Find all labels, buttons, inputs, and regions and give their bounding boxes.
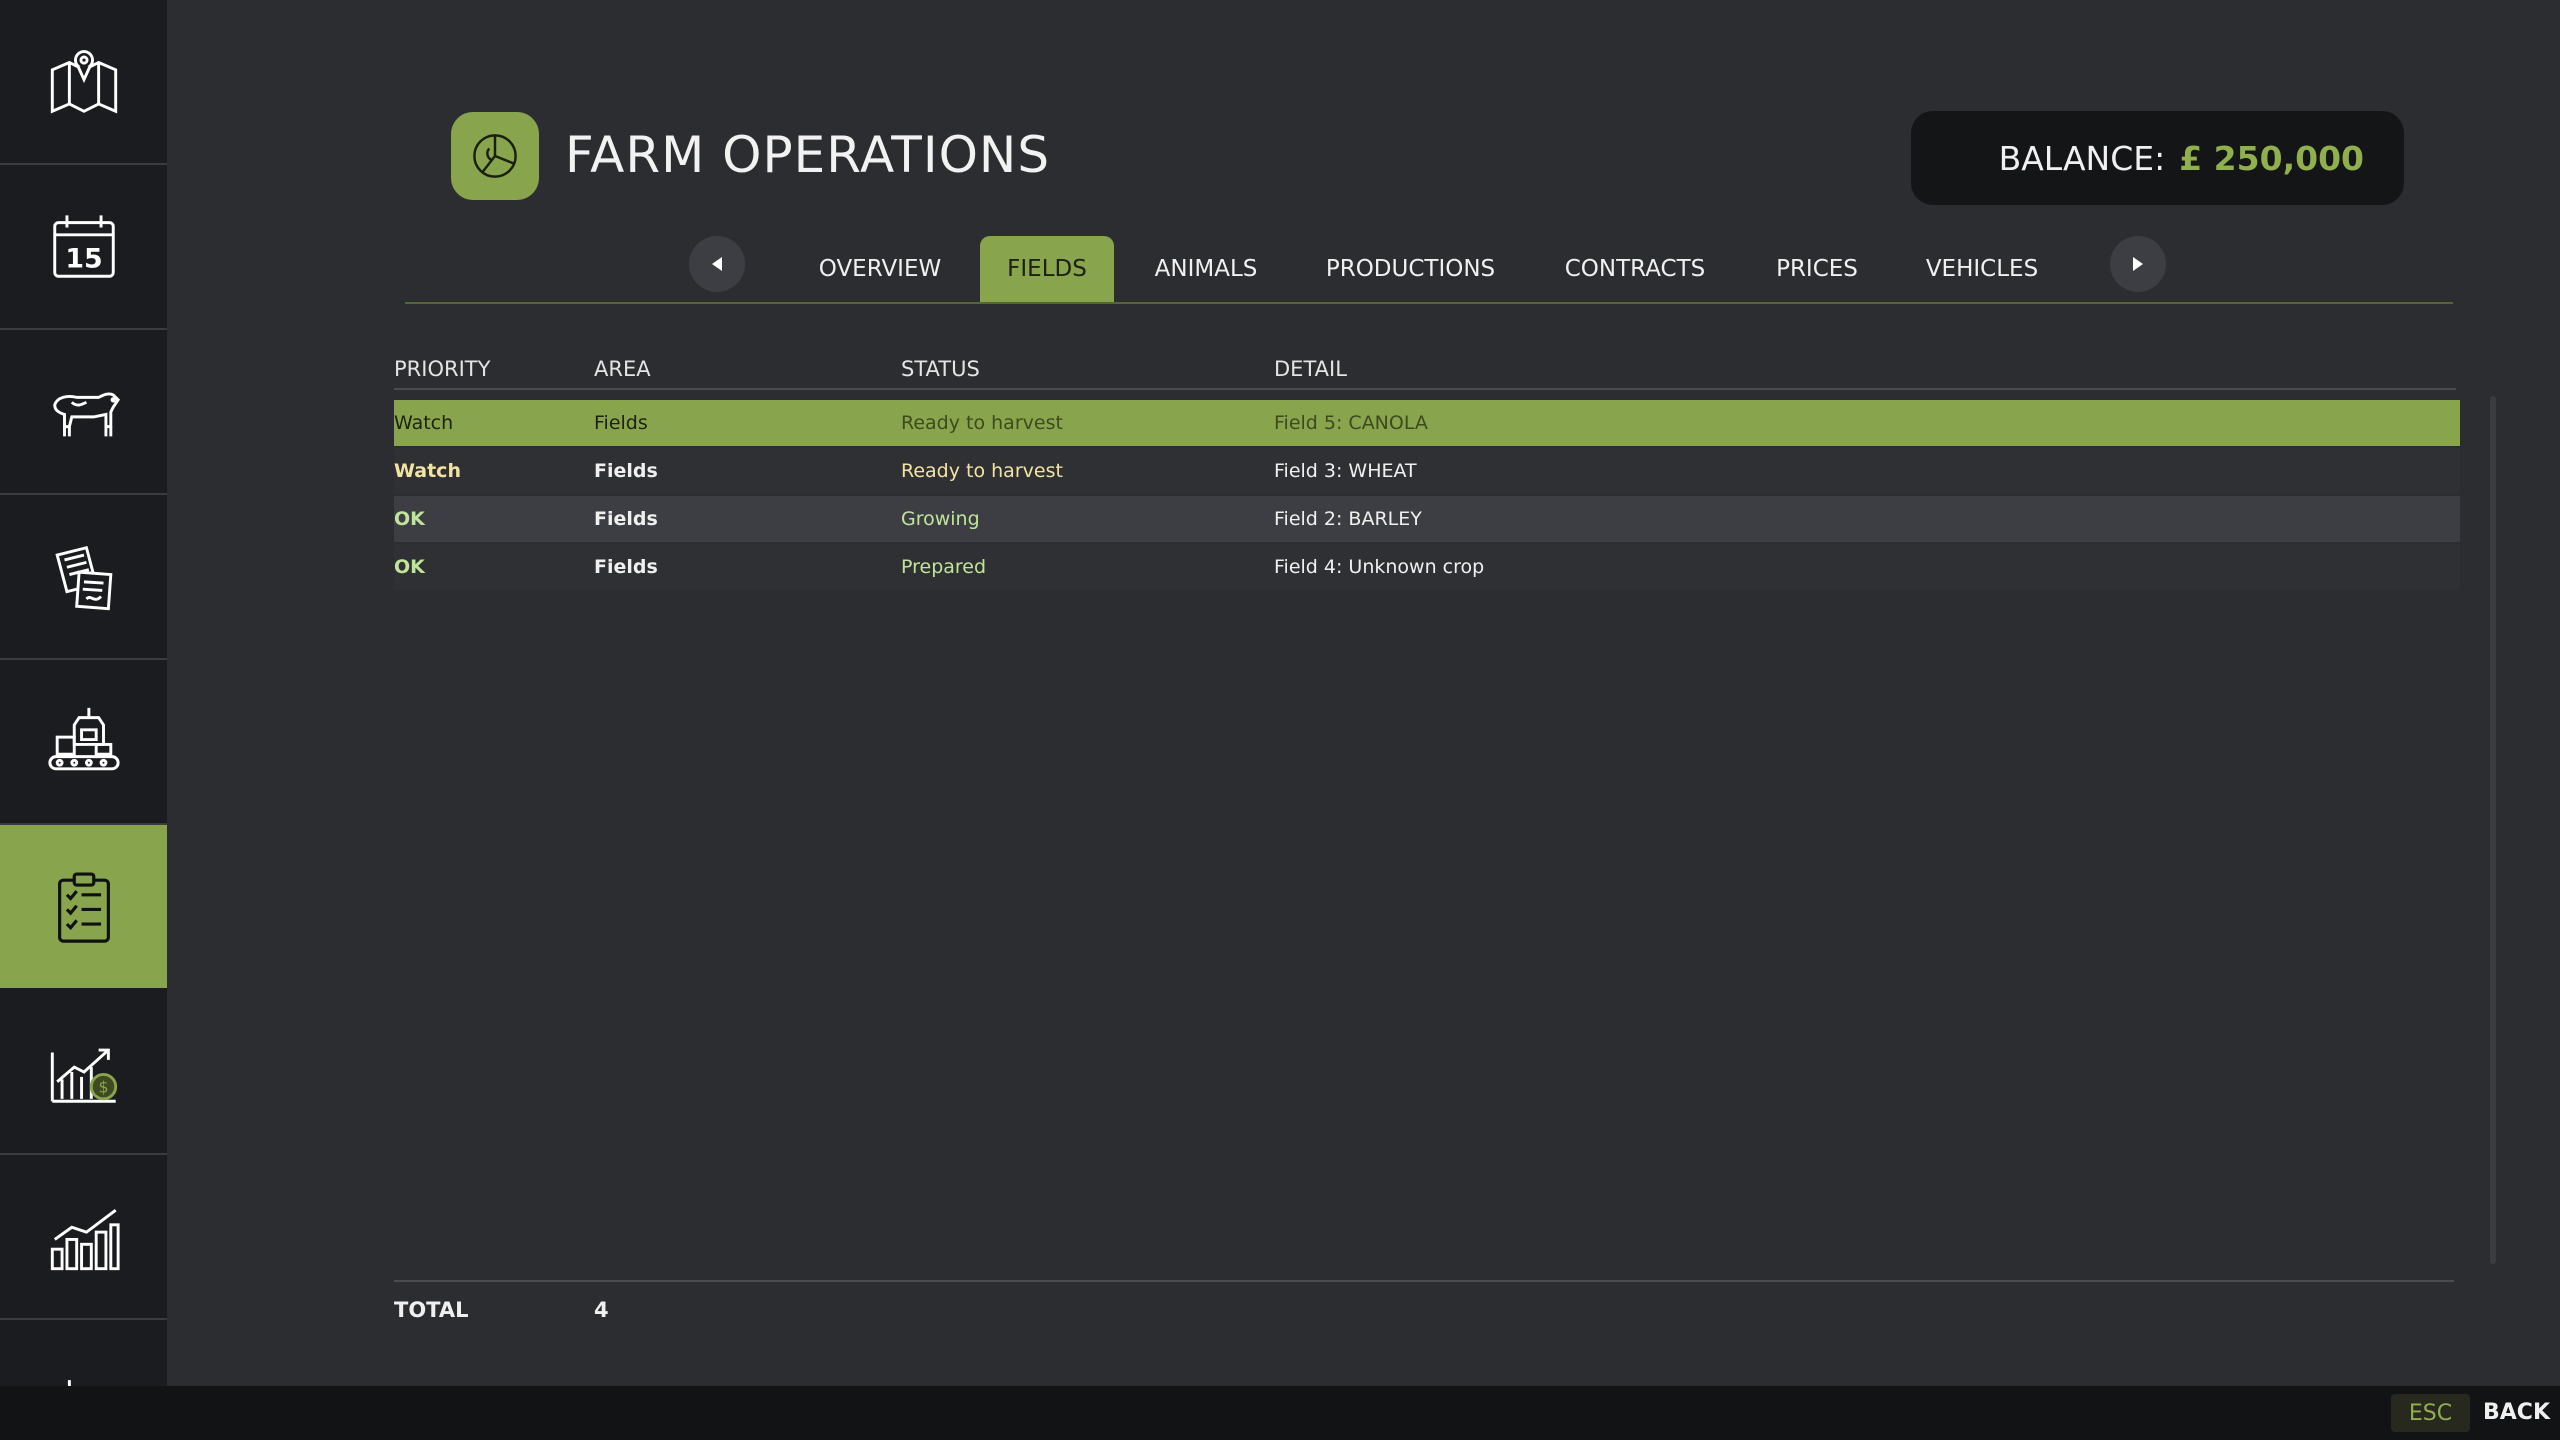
tab-underline — [405, 302, 2453, 304]
pie-chart-icon — [473, 134, 517, 178]
balance-panel: BALANCE: £ 250,000 — [1911, 111, 2404, 205]
table-row[interactable]: Watch Fields Ready to harvest Field 3: W… — [394, 448, 2460, 494]
farm-operations-logo — [451, 112, 539, 200]
sidebar-item-more[interactable] — [0, 1320, 167, 1386]
back-button[interactable]: BACK — [2483, 1400, 2550, 1425]
footer-divider — [394, 1280, 2454, 1282]
tab-bar: OVERVIEW FIELDS ANIMALS PRODUCTIONS CONT… — [780, 236, 2077, 302]
table-scrollbar[interactable] — [2490, 396, 2496, 1264]
arrow-right-icon — [2133, 257, 2143, 271]
tab-animals[interactable]: ANIMALS — [1114, 236, 1298, 302]
svg-text:$: $ — [98, 1077, 108, 1096]
cell-area: Fields — [594, 556, 658, 578]
partial-icon — [67, 1379, 71, 1386]
cell-status: Ready to harvest — [901, 412, 1063, 434]
production-icon — [47, 707, 120, 770]
tab-prices[interactable]: PRICES — [1747, 236, 1887, 302]
column-header-priority[interactable]: PRIORITY — [394, 357, 490, 381]
cell-area: Fields — [594, 412, 648, 434]
cell-status: Prepared — [901, 556, 987, 578]
cell-priority: Watch — [394, 460, 461, 482]
column-header-status[interactable]: STATUS — [901, 357, 980, 381]
tab-contracts[interactable]: CONTRACTS — [1523, 236, 1747, 302]
tab-prev-button[interactable] — [689, 236, 745, 292]
calendar-icon: 15 — [52, 214, 115, 278]
cell-priority: OK — [394, 556, 425, 578]
arrow-left-icon — [712, 257, 722, 271]
table-row[interactable]: OK Fields Prepared Field 4: Unknown crop — [394, 544, 2460, 590]
statistics-chart-icon — [50, 1208, 120, 1270]
finance-chart-icon: $ — [50, 1048, 117, 1103]
sidebar-item-operations[interactable] — [0, 825, 167, 988]
sidebar-item-statistics[interactable] — [0, 1155, 167, 1320]
cell-detail: Field 3: WHEAT — [1274, 460, 1417, 482]
svg-text:15: 15 — [65, 243, 102, 274]
cell-detail: Field 5: CANOLA — [1274, 412, 1428, 434]
cell-status: Ready to harvest — [901, 460, 1063, 482]
sidebar-item-production[interactable] — [0, 660, 167, 825]
total-value: 4 — [594, 1298, 609, 1322]
tab-vehicles[interactable]: VEHICLES — [1887, 236, 2077, 302]
balance-value: £ 250,000 — [2179, 138, 2364, 178]
sidebar: 15 $ — [0, 0, 167, 1386]
column-header-area[interactable]: AREA — [594, 357, 651, 381]
header-divider — [394, 388, 2456, 390]
page-title: FARM OPERATIONS — [565, 126, 1051, 184]
sidebar-item-map[interactable] — [0, 0, 167, 165]
sidebar-item-contracts[interactable] — [0, 495, 167, 660]
column-header-detail[interactable]: DETAIL — [1274, 357, 1347, 381]
sidebar-item-calendar[interactable]: 15 — [0, 165, 167, 330]
esc-key-hint[interactable]: ESC — [2391, 1394, 2470, 1432]
bottom-bar — [0, 1386, 2560, 1440]
map-icon — [50, 49, 117, 113]
tab-productions[interactable]: PRODUCTIONS — [1298, 236, 1523, 302]
table-row[interactable]: OK Fields Growing Field 2: BARLEY — [394, 496, 2460, 542]
cell-priority: Watch — [394, 412, 454, 434]
sidebar-item-animals[interactable] — [0, 330, 167, 495]
sidebar-item-finances[interactable]: $ — [0, 990, 167, 1155]
tab-next-button[interactable] — [2110, 236, 2166, 292]
balance-label: BALANCE: — [1998, 138, 2166, 178]
cell-area: Fields — [594, 508, 658, 530]
cow-icon — [52, 391, 120, 436]
clipboard-checklist-icon — [57, 872, 110, 943]
table-row-selected[interactable]: Watch Fields Ready to harvest Field 5: C… — [394, 400, 2460, 446]
cell-status: Growing — [901, 508, 980, 530]
documents-icon — [54, 545, 112, 610]
cell-detail: Field 4: Unknown crop — [1274, 556, 1485, 578]
cell-detail: Field 2: BARLEY — [1274, 508, 1422, 530]
tab-overview[interactable]: OVERVIEW — [780, 236, 980, 302]
cell-area: Fields — [594, 460, 658, 482]
cell-priority: OK — [394, 508, 425, 530]
tab-fields[interactable]: FIELDS — [980, 236, 1114, 302]
total-label: TOTAL — [394, 1298, 469, 1322]
